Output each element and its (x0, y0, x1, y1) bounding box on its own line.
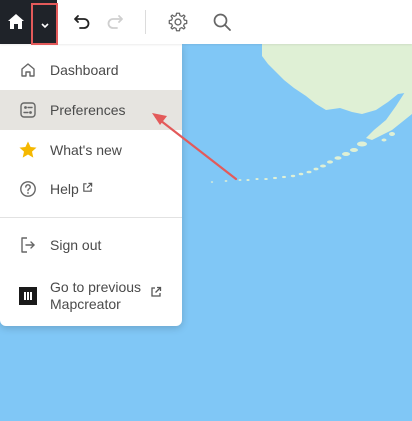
search-button[interactable] (206, 6, 238, 38)
undo-button[interactable] (66, 6, 98, 38)
redo-icon (107, 15, 123, 29)
menu-toggle-button[interactable] (32, 0, 57, 44)
menu-item-label: Dashboard (50, 62, 119, 78)
redo-button[interactable] (99, 6, 131, 38)
settings-button[interactable] (162, 6, 194, 38)
toolbar (0, 0, 412, 45)
menu-item-help[interactable]: Help (0, 169, 182, 209)
undo-icon (74, 15, 90, 29)
mapcreator-logo-icon (18, 286, 38, 306)
menu-divider (0, 217, 182, 218)
menu-item-label: Go to previous Mapcreator (50, 279, 142, 312)
menu-item-label: Help (50, 181, 93, 197)
menu-item-label: What's new (50, 142, 122, 158)
star-icon (18, 140, 38, 160)
sign-out-icon (18, 235, 38, 255)
gear-icon (168, 12, 188, 32)
menu-item-sign-out[interactable]: Sign out (0, 225, 182, 265)
home-button[interactable] (0, 0, 32, 44)
preferences-icon (18, 100, 38, 120)
menu-item-preferences[interactable]: Preferences (0, 90, 182, 130)
help-icon (18, 179, 38, 199)
menu-item-label: Preferences (50, 102, 126, 118)
home-outline-icon (18, 60, 38, 80)
external-link-icon (83, 182, 93, 192)
menu-item-label: Sign out (50, 237, 102, 253)
chevron-down-icon (40, 23, 49, 29)
home-icon (8, 14, 24, 29)
toolbar-divider (145, 10, 146, 34)
menu-item-whats-new[interactable]: What's new (0, 130, 182, 170)
search-icon (213, 13, 231, 31)
menu-item-previous-mapcreator[interactable]: Go to previous Mapcreator (0, 270, 182, 322)
external-link-icon (151, 286, 162, 297)
home-dropdown-menu: Dashboard Preferences What's new Help Si… (0, 44, 182, 326)
menu-item-dashboard[interactable]: Dashboard (0, 50, 182, 90)
